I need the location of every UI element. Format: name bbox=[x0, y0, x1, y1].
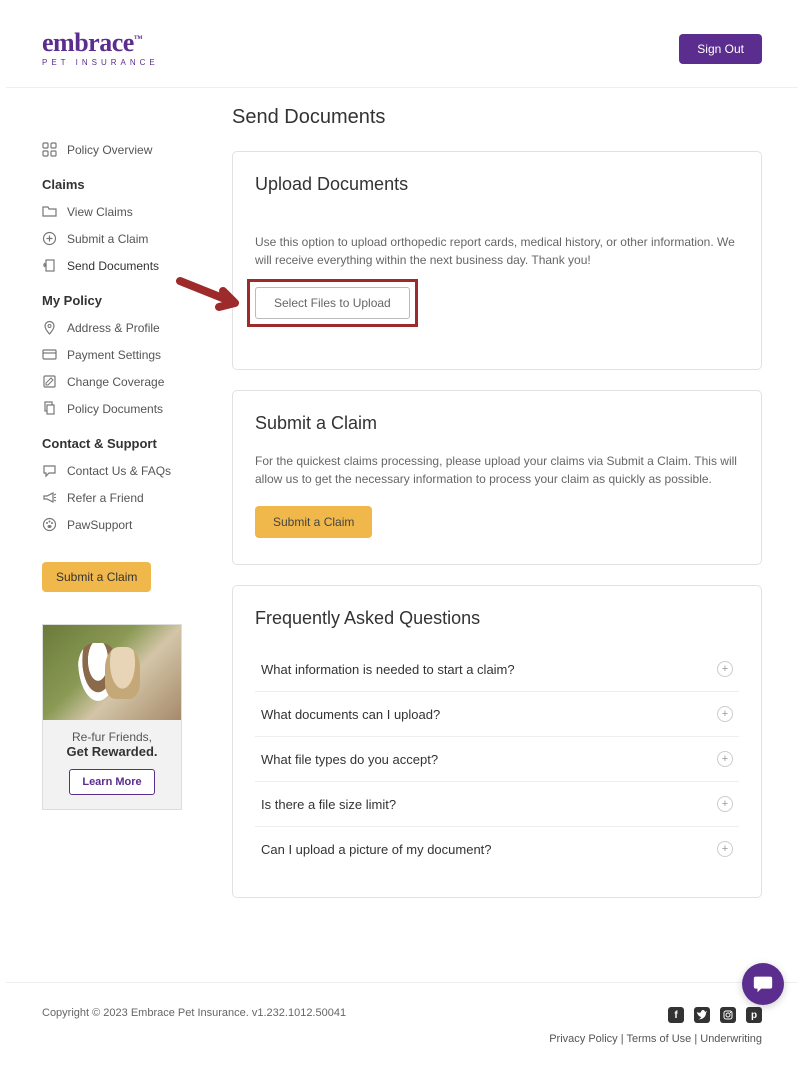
nav-refer-friend[interactable]: Refer a Friend bbox=[42, 484, 192, 511]
faq-question: Is there a file size limit? bbox=[261, 797, 396, 812]
submit-claim-card: Submit a Claim For the quickest claims p… bbox=[232, 390, 762, 565]
nav-policy-overview[interactable]: Policy Overview bbox=[42, 136, 192, 163]
expand-icon: + bbox=[717, 751, 733, 767]
sidebar-submit-claim-button[interactable]: Submit a Claim bbox=[42, 562, 151, 592]
nav-section-claims: Claims bbox=[42, 177, 192, 192]
footer: Copyright © 2023 Embrace Pet Insurance. … bbox=[6, 982, 798, 1085]
sign-out-button[interactable]: Sign Out bbox=[679, 34, 762, 64]
submit-title: Submit a Claim bbox=[255, 413, 739, 434]
chat-icon bbox=[42, 463, 57, 478]
legal-links: Privacy Policy | Terms of Use | Underwri… bbox=[549, 1033, 762, 1045]
logo-text: embrace bbox=[42, 28, 134, 57]
submit-claim-button[interactable]: Submit a Claim bbox=[255, 506, 372, 538]
chat-widget-button[interactable] bbox=[742, 963, 784, 1005]
send-icon bbox=[42, 258, 57, 273]
nav-label: Payment Settings bbox=[67, 348, 161, 362]
faq-card: Frequently Asked Questions What informat… bbox=[232, 585, 762, 898]
nav-label: Submit a Claim bbox=[67, 232, 148, 246]
faq-question: What documents can I upload? bbox=[261, 707, 440, 722]
upload-documents-card: Upload Documents Use this option to uplo… bbox=[232, 151, 762, 370]
documents-icon bbox=[42, 401, 57, 416]
page-title: Send Documents bbox=[232, 106, 762, 129]
pinterest-icon[interactable]: p bbox=[746, 1007, 762, 1023]
separator: | bbox=[691, 1033, 700, 1045]
separator: | bbox=[618, 1033, 627, 1045]
faq-question: Can I upload a picture of my document? bbox=[261, 842, 492, 857]
nav-label: Policy Overview bbox=[67, 143, 152, 157]
copyright-text: Copyright © 2023 Embrace Pet Insurance. … bbox=[42, 1007, 346, 1019]
promo-line1: Re-fur Friends, bbox=[51, 730, 173, 744]
nav-section-support: Contact & Support bbox=[42, 436, 192, 451]
faq-item[interactable]: Is there a file size limit? + bbox=[255, 782, 739, 827]
promo-image bbox=[43, 625, 181, 720]
nav-label: Address & Profile bbox=[67, 321, 160, 335]
instagram-icon[interactable] bbox=[720, 1007, 736, 1023]
nav-label: Send Documents bbox=[67, 259, 159, 273]
underwriting-link[interactable]: Underwriting bbox=[700, 1033, 762, 1045]
nav-section-policy: My Policy bbox=[42, 293, 192, 308]
faq-item[interactable]: What documents can I upload? + bbox=[255, 692, 739, 737]
main-content: Send Documents Upload Documents Use this… bbox=[232, 106, 762, 918]
nav-send-documents[interactable]: Send Documents bbox=[42, 252, 192, 279]
nav-label: Refer a Friend bbox=[67, 491, 144, 505]
expand-icon: + bbox=[717, 841, 733, 857]
nav-address-profile[interactable]: Address & Profile bbox=[42, 314, 192, 341]
nav-label: Change Coverage bbox=[67, 375, 164, 389]
facebook-icon[interactable]: f bbox=[668, 1007, 684, 1023]
nav-policy-documents[interactable]: Policy Documents bbox=[42, 395, 192, 422]
submit-description: For the quickest claims processing, plea… bbox=[255, 452, 739, 488]
logo-subtitle: PET INSURANCE bbox=[42, 58, 159, 67]
plus-circle-icon bbox=[42, 231, 57, 246]
paw-icon bbox=[42, 517, 57, 532]
expand-icon: + bbox=[717, 706, 733, 722]
nav-contact-faqs[interactable]: Contact Us & FAQs bbox=[42, 457, 192, 484]
logo[interactable]: embrace™ PET INSURANCE bbox=[42, 30, 159, 67]
megaphone-icon bbox=[42, 490, 57, 505]
faq-item[interactable]: Can I upload a picture of my document? + bbox=[255, 827, 739, 871]
select-files-button[interactable]: Select Files to Upload bbox=[255, 287, 410, 319]
nav-label: Policy Documents bbox=[67, 402, 163, 416]
nav-paw-support[interactable]: PawSupport bbox=[42, 511, 192, 538]
learn-more-button[interactable]: Learn More bbox=[69, 769, 154, 795]
faq-item[interactable]: What file types do you accept? + bbox=[255, 737, 739, 782]
faq-question: What file types do you accept? bbox=[261, 752, 438, 767]
sidebar: Policy Overview Claims View Claims Submi… bbox=[42, 106, 192, 918]
trademark-icon: ™ bbox=[134, 33, 143, 43]
nav-payment-settings[interactable]: Payment Settings bbox=[42, 341, 192, 368]
social-links: f p bbox=[549, 1007, 762, 1023]
terms-link[interactable]: Terms of Use bbox=[626, 1033, 691, 1045]
faq-item[interactable]: What information is needed to start a cl… bbox=[255, 647, 739, 692]
grid-icon bbox=[42, 142, 57, 157]
folder-icon bbox=[42, 204, 57, 219]
card-icon bbox=[42, 347, 57, 362]
edit-icon bbox=[42, 374, 57, 389]
nav-change-coverage[interactable]: Change Coverage bbox=[42, 368, 192, 395]
nav-label: Contact Us & FAQs bbox=[67, 464, 171, 478]
nav-view-claims[interactable]: View Claims bbox=[42, 198, 192, 225]
header: embrace™ PET INSURANCE Sign Out bbox=[6, 0, 798, 88]
pin-icon bbox=[42, 320, 57, 335]
twitter-icon[interactable] bbox=[694, 1007, 710, 1023]
chat-bubble-icon bbox=[752, 973, 774, 995]
upload-description: Use this option to upload orthopedic rep… bbox=[255, 233, 739, 269]
nav-submit-claim[interactable]: Submit a Claim bbox=[42, 225, 192, 252]
faq-title: Frequently Asked Questions bbox=[255, 608, 739, 629]
nav-label: View Claims bbox=[67, 205, 133, 219]
upload-title: Upload Documents bbox=[255, 174, 739, 195]
faq-question: What information is needed to start a cl… bbox=[261, 662, 515, 677]
nav-label: PawSupport bbox=[67, 518, 132, 532]
privacy-link[interactable]: Privacy Policy bbox=[549, 1033, 617, 1045]
promo-line2: Get Rewarded. bbox=[51, 744, 173, 759]
expand-icon: + bbox=[717, 796, 733, 812]
expand-icon: + bbox=[717, 661, 733, 677]
promo-card: Re-fur Friends, Get Rewarded. Learn More bbox=[42, 624, 182, 810]
